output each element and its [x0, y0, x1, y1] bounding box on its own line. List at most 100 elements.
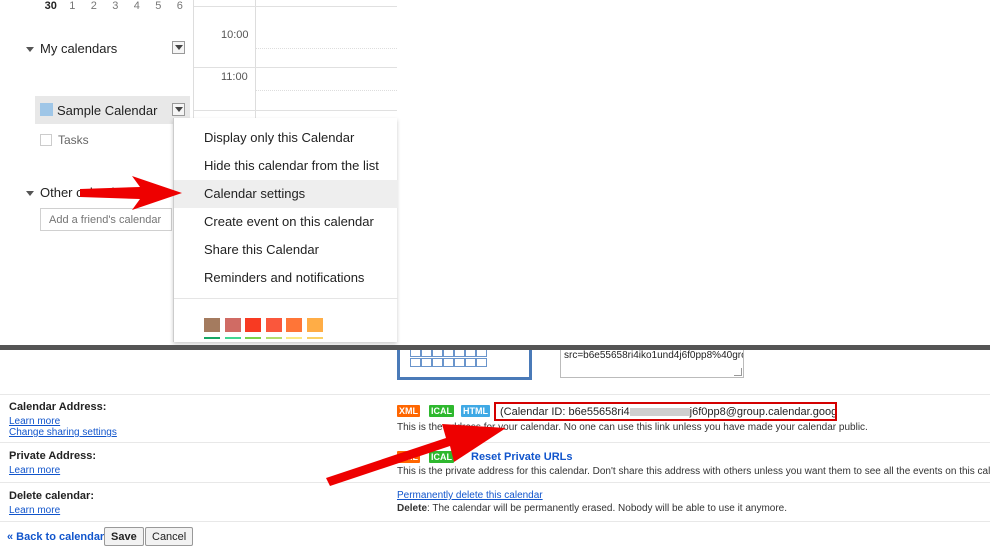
calendar-preview-cell: [443, 358, 454, 367]
calendar-context-menu: Display only this Calendar Hide this cal…: [173, 118, 398, 342]
mini-day[interactable]: 5: [148, 0, 170, 12]
calendar-preview-cell: [421, 358, 432, 367]
mini-day[interactable]: 6: [169, 0, 191, 12]
sample-calendar-label: Sample Calendar: [57, 103, 158, 118]
grid-line: [194, 110, 397, 111]
permanently-delete-link[interactable]: Permanently delete this calendar: [397, 490, 543, 501]
back-to-calendar-link[interactable]: « Back to calendar: [7, 531, 104, 543]
grid-divider: [193, 0, 194, 118]
color-swatch[interactable]: [245, 318, 261, 332]
color-swatch-underline: [286, 337, 302, 339]
my-calendars-label: My calendars: [40, 41, 118, 56]
my-calendars-dropdown-icon[interactable]: [172, 41, 185, 54]
calendar-preview-cell: [410, 350, 421, 357]
add-friend-calendar-input[interactable]: [40, 208, 172, 231]
color-swatch-underline: [265, 337, 282, 339]
calendar-preview-cell: [432, 350, 443, 357]
mini-day[interactable]: 30: [40, 0, 62, 12]
delete-bold: Delete: [397, 503, 428, 514]
calendar-preview-cell: [454, 358, 465, 367]
calendar-preview-cell: [454, 350, 465, 357]
color-swatch[interactable]: [286, 318, 302, 332]
menu-item-display-only[interactable]: Display only this Calendar: [174, 124, 398, 152]
color-swatch[interactable]: [204, 318, 220, 332]
hour-label: 10:00: [221, 29, 249, 41]
menu-item-create-event[interactable]: Create event on this calendar: [174, 208, 398, 236]
delete-description: Delete: The calendar will be permanently…: [397, 503, 787, 514]
html-badge-icon[interactable]: HTML: [461, 405, 490, 417]
mini-calendar-week: 30 1 2 3 4 5 6: [40, 0, 191, 12]
calendar-preview-cell: [443, 350, 454, 357]
private-address-title: Private Address:: [9, 450, 97, 462]
menu-item-share-calendar[interactable]: Share this Calendar: [174, 236, 398, 264]
calendar-preview-cell: [421, 350, 432, 357]
hour-label: 11:00: [221, 71, 248, 83]
grid-line: [256, 48, 397, 49]
mini-day[interactable]: 2: [83, 0, 105, 12]
redacted-segment: [629, 408, 690, 417]
delete-calendar-title: Delete calendar:: [9, 490, 94, 502]
sidebar-item-sample-calendar[interactable]: Sample Calendar: [35, 96, 190, 124]
delete-desc-text: : The calendar will be permanently erase…: [427, 503, 788, 514]
learn-more-link[interactable]: Learn more: [9, 505, 60, 516]
color-swatch-underline: [204, 337, 220, 339]
learn-more-link[interactable]: Learn more: [9, 465, 60, 476]
ical-badge-icon[interactable]: ICAL: [429, 451, 454, 463]
color-swatch-underline: [245, 337, 261, 339]
other-calendars-header[interactable]: Other calendars: [26, 185, 133, 200]
screenshot-root: 30 1 2 3 4 5 6 My calendars Sample Calendar Ta…: [0, 0, 990, 552]
learn-more-link[interactable]: Learn more: [9, 416, 60, 427]
xml-badge-icon[interactable]: XML: [397, 451, 420, 463]
calendar-preview-cell: [410, 358, 421, 367]
grid-line: [194, 6, 397, 7]
grid-line: [194, 67, 397, 68]
collapse-triangle-icon: [26, 47, 34, 53]
calendar-preview-cell: [432, 358, 443, 367]
color-swatch[interactable]: [224, 318, 241, 332]
mini-day[interactable]: 3: [105, 0, 127, 12]
my-calendars-header[interactable]: My calendars: [26, 41, 117, 56]
color-swatch-underline: [224, 337, 241, 339]
calendar-address-title: Calendar Address:: [9, 401, 107, 413]
tasks-checkbox[interactable]: [40, 134, 52, 146]
sidebar-item-tasks[interactable]: Tasks: [40, 133, 89, 147]
collapse-triangle-icon: [26, 191, 34, 197]
menu-separator: [174, 298, 398, 299]
calendar-id-highlight: (Calendar ID: b6e55658ri4 j6f0pp8@group.c…: [494, 402, 837, 421]
change-sharing-link[interactable]: Change sharing settings: [9, 427, 117, 438]
calendar-preview-cell: [476, 350, 487, 357]
calendar-sidebar-panel: 30 1 2 3 4 5 6 My calendars Sample Calendar Ta…: [0, 0, 990, 345]
calendar-preview-cell: [465, 358, 476, 367]
calendar-id-prefix: (Calendar ID: b6e55658ri4: [500, 406, 630, 418]
mini-day[interactable]: 1: [62, 0, 84, 12]
embed-code-text: src=b6e55658ri4iko1und4j6f0pp8%40group.c…: [564, 350, 743, 361]
color-swatch[interactable]: [306, 318, 323, 332]
other-calendars-label: Other calendars: [40, 185, 133, 200]
xml-badge-icon[interactable]: XML: [397, 405, 420, 417]
color-swatch[interactable]: [265, 318, 282, 332]
menu-item-reminders[interactable]: Reminders and notifications: [174, 264, 398, 292]
calendar-preview-cell: [465, 350, 476, 357]
ical-badge-icon[interactable]: ICAL: [429, 405, 454, 417]
save-button[interactable]: Save: [104, 527, 144, 546]
reset-private-urls-link[interactable]: Reset Private URLs: [471, 451, 573, 463]
cancel-button[interactable]: Cancel: [145, 527, 194, 546]
row-separator: [0, 521, 990, 522]
calendar-address-description: This is the address for your calendar. N…: [397, 422, 868, 433]
grid-divider: [255, 0, 256, 118]
menu-item-hide-calendar[interactable]: Hide this calendar from the list: [174, 152, 398, 180]
grid-line: [256, 90, 397, 91]
calendar-preview-icon: [397, 350, 532, 380]
sample-calendar-dropdown-icon[interactable]: [172, 103, 185, 116]
row-separator: [0, 394, 990, 395]
calendar-color-swatch: [40, 103, 53, 116]
row-separator: [0, 442, 990, 443]
embed-code-textarea[interactable]: src=b6e55658ri4iko1und4j6f0pp8%40group.c…: [560, 350, 744, 378]
mini-day[interactable]: 4: [126, 0, 148, 12]
calendar-id-suffix: j6f0pp8@group.calendar.google.com): [689, 406, 837, 418]
menu-item-calendar-settings[interactable]: Calendar settings: [174, 180, 398, 208]
calendar-preview-cell: [476, 358, 487, 367]
tasks-label: Tasks: [58, 133, 89, 147]
resize-grip-icon[interactable]: [734, 368, 742, 376]
row-separator: [0, 482, 990, 483]
